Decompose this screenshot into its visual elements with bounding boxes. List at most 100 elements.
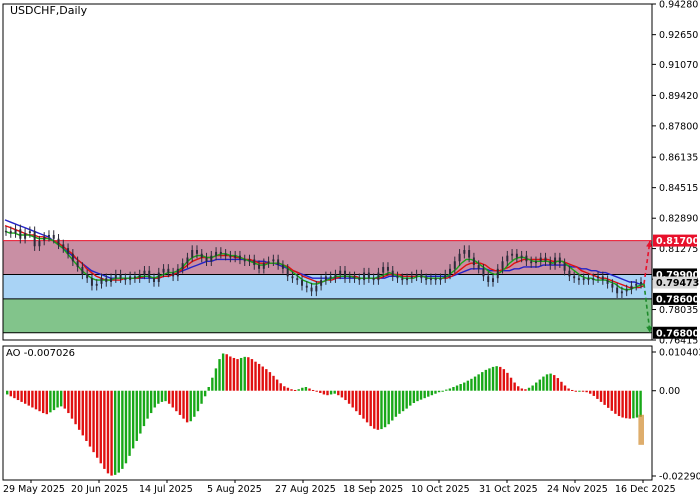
ao-bar-152 (553, 375, 556, 391)
ao-bar-175 (635, 390, 639, 418)
ao-bar-42 (157, 390, 160, 404)
ao-bar-102 (373, 390, 376, 429)
time-label-6: 10 Oct 2025 (411, 484, 470, 495)
ao-bar-65 (239, 357, 243, 391)
ao-bar-104 (380, 390, 383, 430)
ao-bar-44 (164, 390, 167, 402)
ao-bar-112 (409, 390, 412, 406)
ao-bar-37 (139, 390, 142, 434)
candle-body-6 (33, 231, 36, 247)
time-label-7: 31 Oct 2025 (479, 484, 538, 495)
ao-bar-46 (171, 390, 174, 408)
candle-body-51 (248, 259, 251, 262)
ao-bar-38 (142, 390, 146, 427)
candle-body-103 (496, 268, 499, 279)
price-pane[interactable]: 0.94280 0.92650 0.91070 0.89420 0.87800 0.861… (2, 0, 700, 347)
candle-body-109 (525, 255, 528, 262)
candle-body-79 (382, 266, 385, 273)
ao-current-bar (638, 414, 644, 445)
ao-bar-81 (297, 389, 300, 391)
ao-bar-128 (466, 380, 470, 391)
ao-bar-160 (581, 390, 585, 392)
candle-body-22 (110, 278, 113, 282)
ao-bar-84 (308, 388, 311, 391)
candle-body-3 (19, 229, 22, 239)
ao-bar-172 (625, 390, 628, 419)
ao-bar-90 (329, 390, 333, 395)
ao-bar-56 (207, 387, 210, 391)
candle-body-77 (372, 278, 375, 281)
candle-body-130 (625, 289, 628, 292)
candle-body-128 (616, 287, 619, 294)
ao-bar-28 (106, 390, 110, 474)
candle-body-121 (582, 278, 585, 281)
candle-body-36 (176, 268, 179, 277)
ao-bar-98 (358, 390, 362, 415)
ao-bar-110 (401, 390, 405, 412)
candle-body-34 (167, 268, 170, 273)
candle-body-75 (363, 272, 366, 281)
candle-body-32 (157, 272, 160, 282)
ao-bar-54 (200, 390, 203, 404)
candle-body-80 (386, 266, 389, 271)
time-label-2: 14 Jul 2025 (139, 484, 193, 495)
ao-bar-99 (362, 390, 365, 419)
candle-body-106 (511, 253, 514, 256)
candle-body-57 (277, 259, 280, 266)
candle-body-127 (611, 283, 614, 288)
price-tick-label-6: 0.84515 (659, 183, 698, 194)
ao-bar-53 (196, 390, 200, 412)
candle-body-24 (119, 274, 122, 279)
ao-bar-103 (376, 390, 380, 430)
candle-body-117 (563, 263, 566, 271)
candle-body-73 (353, 276, 356, 279)
ao-bar-114 (416, 390, 419, 402)
ao-bar-158 (574, 390, 578, 392)
candle-body-13 (67, 248, 70, 254)
ao-bar-48 (178, 390, 182, 415)
ao-bar-111 (405, 390, 408, 409)
price-tick-label-5: 0.86135 (659, 153, 698, 164)
ao-bar-169 (614, 390, 617, 414)
candle-body-12 (62, 244, 65, 249)
candle-body-66 (320, 280, 323, 286)
chart-canvas[interactable]: 0.94280 0.92650 0.91070 0.89420 0.87800 0.861… (0, 0, 700, 500)
ao-tick-label-1: 0.00 (659, 386, 680, 397)
ao-bar-142 (517, 386, 520, 391)
ao-bar-61 (225, 354, 228, 391)
candle-body-98 (472, 257, 475, 266)
candle-body-94 (453, 261, 456, 269)
ao-bar-83 (304, 387, 308, 391)
candle-body-90 (434, 278, 437, 281)
ao-bar-168 (610, 390, 614, 411)
ao-bar-132 (481, 372, 484, 391)
ao-bar-162 (589, 390, 592, 394)
price-tick-label-10: 0.78035 (659, 305, 698, 316)
ao-bar-17 (67, 390, 70, 414)
time-label-0: 29 May 2025 (3, 484, 65, 495)
candle-body-63 (305, 285, 308, 288)
candle-body-28 (138, 274, 141, 279)
ao-bar-72 (265, 369, 268, 391)
trading-chart[interactable]: 0.94280 0.92650 0.91070 0.89420 0.87800 0.861… (0, 0, 700, 500)
ao-bar-166 (603, 390, 606, 405)
candle-body-89 (429, 278, 432, 281)
ao-bar-85 (311, 389, 315, 391)
ao-bar-163 (592, 390, 596, 396)
candle-body-104 (501, 261, 504, 269)
level-label-2: 0.79473 (656, 278, 699, 289)
price-tick-label-4: 0.87800 (659, 121, 698, 132)
ao-bar-139 (506, 372, 509, 391)
ao-pane[interactable]: 0.010403 0.00 -0.022908 (2, 345, 700, 483)
ao-bar-47 (175, 390, 178, 412)
ao-bar-55 (203, 390, 207, 397)
candle-body-40 (195, 250, 198, 254)
candle-body-118 (568, 270, 571, 277)
ao-bar-52 (193, 390, 196, 417)
candle-body-82 (396, 276, 399, 279)
ao-bar-2 (13, 390, 16, 399)
candle-body-124 (597, 276, 600, 279)
ao-bar-124 (452, 387, 455, 391)
ao-bar-51 (189, 390, 192, 422)
candle-body-102 (491, 278, 494, 282)
